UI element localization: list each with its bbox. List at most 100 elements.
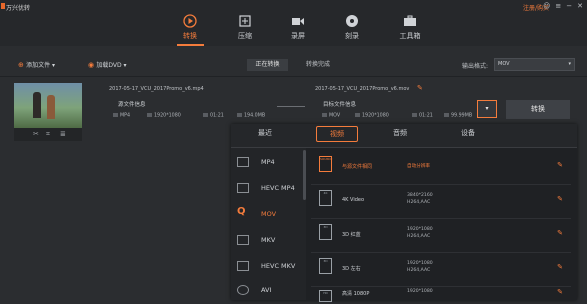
window-controls: ☺ ≡ − ✕ bbox=[538, 2, 583, 10]
effects-icon[interactable]: ≣ bbox=[60, 130, 66, 138]
convert-icon bbox=[183, 14, 197, 28]
film-icon bbox=[237, 235, 249, 245]
edit-name-icon[interactable]: ✎ bbox=[417, 84, 423, 92]
thumbnail-figure bbox=[47, 95, 55, 119]
nav-tab-convert[interactable]: 转换 bbox=[170, 14, 210, 46]
edit-preset-icon[interactable]: ✎ bbox=[557, 195, 563, 203]
preset-desc: 自动分辨率 bbox=[407, 164, 430, 169]
nav-tab-burn[interactable]: 刻录 bbox=[332, 14, 372, 46]
preset-item[interactable]: 3D 3D 左右 1920*1080 H264,AAC ✎ bbox=[311, 252, 571, 287]
video-file-icon: HD bbox=[319, 290, 332, 302]
source-info-label: 源文件信息 bbox=[118, 102, 146, 108]
toolbox-icon bbox=[404, 15, 416, 26]
format-item-hevc-mp4[interactable]: HEVC MP4 bbox=[231, 176, 306, 202]
trim-icon[interactable]: ✂ bbox=[33, 130, 39, 138]
format-label: HEVC MP4 bbox=[261, 184, 295, 192]
conversion-arrow bbox=[277, 106, 305, 107]
add-file-label: 添加文件 bbox=[26, 62, 51, 69]
tab-device[interactable]: 设备 bbox=[448, 128, 488, 138]
film-icon bbox=[237, 183, 249, 193]
chevron-down-icon: ▾ bbox=[485, 105, 489, 112]
format-item-mkv[interactable]: MKV bbox=[231, 228, 306, 254]
edit-preset-icon[interactable]: ✎ bbox=[557, 288, 563, 296]
chevron-down-icon: ▾ bbox=[568, 61, 571, 67]
format-item-mp4[interactable]: MP4 bbox=[231, 150, 306, 176]
tab-audio[interactable]: 音频 bbox=[380, 128, 420, 138]
format-label: MKV bbox=[261, 236, 276, 244]
chevron-down-icon: ▾ bbox=[52, 62, 56, 69]
edit-preset-icon[interactable]: ✎ bbox=[557, 229, 563, 237]
nav-tab-record[interactable]: 录屏 bbox=[278, 14, 318, 46]
preset-item[interactable]: HD 高清 1080P 1920*1080 ✎ bbox=[311, 284, 571, 302]
crop-icon[interactable]: ⌗ bbox=[46, 130, 50, 139]
thumbnail-figure bbox=[33, 92, 41, 118]
record-icon bbox=[292, 18, 304, 25]
load-dvd-button[interactable]: ◉ 加载DVD ▾ bbox=[88, 60, 127, 69]
source-file-name: 2017-05-17_VCU_2017Promo_v6.mp4 bbox=[109, 86, 204, 92]
active-tab-indicator bbox=[177, 44, 204, 46]
format-label: MOV bbox=[261, 210, 277, 218]
nav-label: 压缩 bbox=[238, 32, 252, 40]
nav-label: 工具箱 bbox=[399, 32, 421, 40]
preset-desc: 1920*1080 bbox=[407, 289, 433, 294]
video-file-icon: 3D bbox=[319, 258, 332, 274]
tab-video[interactable]: 视频 bbox=[316, 126, 358, 142]
target-resolution: 1920*1080 bbox=[355, 113, 389, 119]
close-icon[interactable]: ✕ bbox=[577, 2, 583, 10]
format-label: HEVC MKV bbox=[261, 262, 296, 270]
target-duration: 01:21 bbox=[412, 113, 433, 119]
format-label: AVI bbox=[261, 286, 272, 294]
add-file-button[interactable]: ⊕ 添加文件 ▾ bbox=[18, 60, 55, 69]
source-resolution: 1920*1080 bbox=[147, 113, 181, 119]
compress-icon bbox=[239, 15, 251, 27]
output-format-value: MOV bbox=[498, 61, 510, 67]
menu-icon[interactable]: ≡ bbox=[555, 2, 561, 10]
format-label: MP4 bbox=[261, 158, 275, 166]
preset-desc: 1920*1080 H264,AAC bbox=[407, 261, 433, 273]
quicktime-icon: Q bbox=[237, 206, 246, 217]
account-icon[interactable]: ☺ bbox=[543, 2, 550, 10]
format-list-scrollbar[interactable] bbox=[303, 150, 306, 200]
format-item-mov[interactable]: Q MOV bbox=[231, 202, 306, 228]
edit-preset-icon[interactable]: ✎ bbox=[557, 161, 563, 169]
film-icon bbox=[237, 261, 249, 271]
nav-tab-compress[interactable]: 压缩 bbox=[225, 14, 265, 46]
film-icon bbox=[237, 157, 249, 167]
output-format-select[interactable]: MOV ▾ bbox=[494, 58, 575, 71]
format-item-hevc-mkv[interactable]: HEVC MKV bbox=[231, 254, 306, 280]
convert-button[interactable]: 转换 bbox=[506, 100, 570, 119]
nav-label: 刻录 bbox=[345, 32, 359, 40]
video-file-icon: 4K bbox=[319, 190, 332, 206]
target-file-name: 2017-05-17_VCU_2017Promo_v6.mov bbox=[315, 86, 410, 92]
preset-name: 4K Video bbox=[342, 197, 365, 203]
preset-desc: 1920*1080 H264,AAC bbox=[407, 227, 433, 239]
format-item-avi[interactable]: AVI bbox=[231, 278, 306, 304]
burn-icon bbox=[346, 15, 358, 27]
preset-item[interactable]: SOURCE 与源文件相同 自动分辨率 ✎ bbox=[311, 150, 571, 185]
format-dropdown-toggle[interactable]: ▾ bbox=[477, 100, 497, 118]
source-format: MP4 bbox=[113, 113, 130, 119]
tab-converting[interactable]: 正在转换 bbox=[247, 59, 288, 71]
target-info-label: 目标文件信息 bbox=[323, 102, 357, 108]
edit-preset-icon[interactable]: ✎ bbox=[557, 263, 563, 271]
load-dvd-label: 加载DVD bbox=[96, 62, 122, 69]
output-format-label: 输出格式: bbox=[462, 63, 489, 70]
target-size: 99.99MB bbox=[444, 113, 472, 119]
preset-desc: 3840*2160 H264,AAC bbox=[407, 193, 433, 205]
minimize-icon[interactable]: − bbox=[566, 2, 572, 10]
nav-label: 转换 bbox=[183, 32, 197, 40]
preset-item[interactable]: 4K 4K Video 3840*2160 H264,AAC ✎ bbox=[311, 184, 571, 219]
preset-name: 3D 左右 bbox=[342, 266, 361, 272]
source-size: 194.0MB bbox=[237, 113, 265, 119]
nav-label: 录屏 bbox=[291, 32, 305, 40]
preset-name: 与源文件相同 bbox=[342, 164, 373, 170]
tab-converted[interactable]: 转换完成 bbox=[296, 59, 340, 71]
source-duration: 01:21 bbox=[203, 113, 224, 119]
preset-item[interactable]: 3D 3D 红蓝 1920*1080 H264,AAC ✎ bbox=[311, 218, 571, 253]
tab-recent[interactable]: 最近 bbox=[245, 128, 285, 138]
chevron-down-icon: ▾ bbox=[123, 62, 127, 69]
nav-tab-toolbox[interactable]: 工具箱 bbox=[390, 14, 430, 46]
app-logo-icon bbox=[1, 3, 5, 9]
add-file-icon: ⊕ bbox=[18, 61, 27, 69]
source-file-icon: SOURCE bbox=[319, 156, 332, 172]
